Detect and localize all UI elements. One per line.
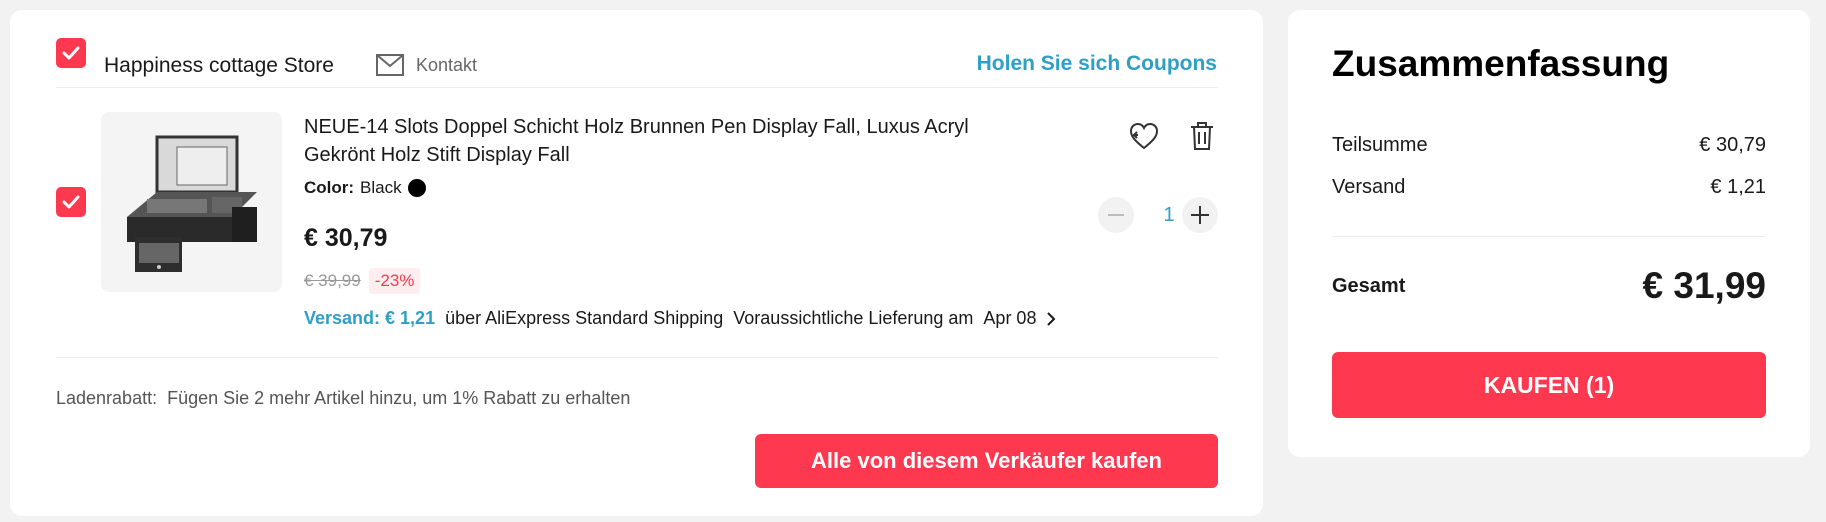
store-discount-text: Fügen Sie 2 mehr Artikel hinzu, um 1% Ra… [167, 388, 631, 408]
store-card: Happiness cottage Store Kontakt Holen Si… [10, 10, 1263, 516]
divider [1332, 236, 1766, 237]
pen-display-case-image [126, 135, 257, 272]
buy-all-from-seller-button[interactable]: Alle von diesem Verkäufer kaufen [755, 434, 1218, 488]
check-icon [62, 195, 80, 209]
color-label: Color: [304, 178, 355, 197]
checkout-button[interactable]: KAUFEN (1) [1332, 352, 1766, 418]
subtotal-row: Teilsumme € 30,79 [1332, 134, 1766, 157]
get-coupons-link[interactable]: Holen Sie sich Coupons [977, 52, 1217, 76]
shipping-method: über AliExpress Standard Shipping [445, 308, 724, 328]
original-price: € 39,99 [304, 271, 361, 290]
store-discount-note: Ladenrabatt: Fügen Sie 2 mehr Artikel hi… [56, 388, 630, 409]
shipping-info[interactable]: Versand: € 1,21 über AliExpress Standard… [304, 308, 1056, 329]
plus-icon [1191, 206, 1209, 224]
increase-quantity-button[interactable] [1182, 197, 1218, 233]
minus-icon [1108, 214, 1124, 216]
color-value: Black [360, 178, 402, 197]
price-details: € 39,99 -23% [304, 268, 421, 294]
order-summary: Zusammenfassung Teilsumme € 30,79 Versan… [1288, 10, 1810, 457]
chevron-right-icon [1047, 311, 1056, 326]
color-option: Color: Black [304, 178, 426, 198]
delete-button[interactable] [1184, 118, 1220, 154]
delivery-estimate-label: Voraussichtliche Lieferung am [733, 308, 974, 328]
product-title[interactable]: NEUE-14 Slots Doppel Schicht Holz Brunne… [304, 113, 994, 169]
total-row: Gesamt € 31,99 [1332, 265, 1766, 307]
store-name[interactable]: Happiness cottage Store [104, 54, 334, 78]
quantity-value[interactable]: 1 [1159, 204, 1179, 227]
trash-icon [1191, 122, 1213, 150]
envelope-icon [376, 54, 404, 76]
wishlist-button[interactable] [1126, 118, 1162, 154]
total-label: Gesamt [1332, 274, 1406, 297]
item-checkbox[interactable] [56, 187, 86, 217]
divider [56, 357, 1218, 358]
shipping-label: Versand [1332, 176, 1406, 198]
product-image[interactable] [101, 112, 282, 292]
store-discount-label: Ladenrabatt: [56, 388, 158, 408]
shipping-row: Versand € 1,21 [1332, 176, 1766, 199]
subtotal-label: Teilsumme [1332, 134, 1428, 156]
shipping-value: € 1,21 [1710, 176, 1766, 198]
divider [56, 87, 1218, 88]
store-header: Happiness cottage Store Kontakt Holen Si… [10, 10, 1263, 88]
shipping-price: Versand: € 1,21 [304, 308, 436, 328]
check-icon [62, 46, 80, 60]
product-price: € 30,79 [304, 224, 388, 252]
subtotal-value: € 30,79 [1699, 134, 1766, 156]
summary-title: Zusammenfassung [1332, 43, 1670, 84]
color-swatch [407, 179, 426, 197]
decrease-quantity-button[interactable] [1098, 197, 1134, 233]
heart-icon [1129, 122, 1159, 150]
total-value: € 31,99 [1642, 265, 1766, 306]
store-checkbox[interactable] [56, 38, 86, 68]
delivery-date: Apr 08 [983, 308, 1037, 328]
contact-label: Kontakt [416, 54, 478, 75]
contact-link[interactable]: Kontakt [376, 54, 477, 76]
discount-badge: -23% [368, 268, 421, 294]
